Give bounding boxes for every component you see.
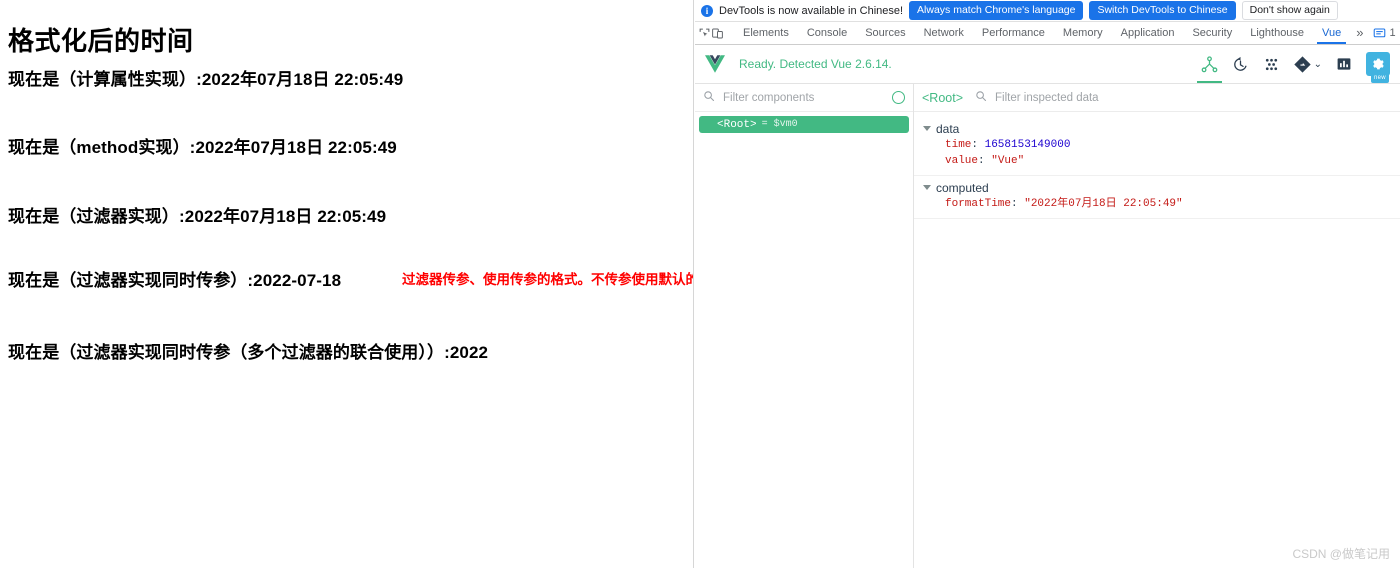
- output-line-filter-with-args: 现在是（过滤器实现同时传参）:2022-07-18: [8, 271, 342, 290]
- issues-count: 1: [1389, 27, 1396, 39]
- vue-devtools-body: <Root> = $vm0 <Root> data: [695, 84, 1400, 568]
- inspector-group-header-data[interactable]: data: [914, 120, 1400, 137]
- inspector-row-value: "Vue": [991, 155, 1025, 167]
- vue-header-actions: ⌄ new: [1196, 45, 1390, 83]
- tree-node-root[interactable]: <Root> = $vm0: [699, 116, 909, 133]
- inspector-row-value: "2022年07月18日 22:05:49": [1024, 198, 1183, 210]
- filter-components-input[interactable]: [721, 90, 886, 105]
- devtools-tab-strip-actions: 1: [1369, 23, 1400, 43]
- inspector-group-data: data time: 1658153149000 value: "Vue": [914, 117, 1400, 176]
- filter-inspected-data-input[interactable]: [993, 90, 1392, 105]
- banner-message: DevTools is now available in Chinese!: [719, 4, 904, 17]
- devtools-language-banner: i DevTools is now available in Chinese! …: [695, 0, 1400, 22]
- timeline-history-icon[interactable]: [1232, 45, 1249, 83]
- inspector-row-value: 1658153149000: [984, 139, 1071, 151]
- rendered-page-pane: 格式化后的时间 现在是（计算属性实现）:2022年07月18日 22:05:49…: [0, 0, 694, 568]
- tab-console[interactable]: Console: [798, 22, 856, 44]
- refresh-components-icon[interactable]: [892, 91, 905, 104]
- page-title: 格式化后的时间: [8, 26, 194, 56]
- inspector-row-key: time: [945, 139, 972, 151]
- tab-network[interactable]: Network: [915, 22, 973, 44]
- tab-sources[interactable]: Sources: [856, 22, 914, 44]
- output-line-multiple-filters: 现在是（过滤器实现同时传参（多个过滤器的联合使用））:2022: [8, 343, 489, 362]
- search-icon: [975, 90, 987, 105]
- search-icon: [703, 90, 715, 105]
- output-line-method: 现在是（method实现）:2022年07月18日 22:05:49: [8, 138, 397, 157]
- inspector-row-key: value: [945, 155, 979, 167]
- tree-node-instance: = $vm0: [761, 119, 798, 130]
- chevron-down-icon[interactable]: ⌄: [1314, 59, 1322, 70]
- inspector-row-key: formatTime: [945, 198, 1012, 210]
- components-pane: <Root> = $vm0: [695, 84, 914, 568]
- devtools-panel: i DevTools is now available in Chinese! …: [695, 0, 1400, 568]
- caret-down-icon[interactable]: [923, 126, 931, 131]
- inspector-body: data time: 1658153149000 value: "Vue" co…: [914, 112, 1400, 568]
- caret-down-icon[interactable]: [923, 185, 931, 190]
- tab-application[interactable]: Application: [1112, 22, 1184, 44]
- output-line-computed: 现在是（计算属性实现）:2022年07月18日 22:05:49: [8, 70, 404, 89]
- tab-lighthouse[interactable]: Lighthouse: [1241, 22, 1313, 44]
- inspector-pane: <Root> data time: 1658153149000: [914, 84, 1400, 568]
- vue-logo-icon: [703, 52, 727, 76]
- more-tabs-icon[interactable]: »: [1350, 22, 1369, 44]
- components-filter-bar: [695, 84, 913, 112]
- dont-show-again-button[interactable]: Don't show again: [1241, 1, 1338, 20]
- settings-new-badge: new: [1371, 73, 1389, 83]
- routing-diamond-icon[interactable]: ⌄: [1293, 45, 1322, 83]
- inspector-group-header-computed[interactable]: computed: [914, 179, 1400, 196]
- vuex-dots-icon[interactable]: [1263, 45, 1280, 83]
- inspector-row-value[interactable]: value: "Vue": [914, 153, 1400, 169]
- inspector-group-name: data: [936, 121, 960, 136]
- tab-security[interactable]: Security: [1183, 22, 1241, 44]
- devtools-tab-strip: Elements Console Sources Network Perform…: [695, 22, 1400, 45]
- components-tab-icon[interactable]: [1196, 45, 1222, 83]
- tab-memory[interactable]: Memory: [1054, 22, 1112, 44]
- switch-devtools-to-chinese-button[interactable]: Switch DevTools to Chinese: [1089, 1, 1236, 20]
- issues-badge[interactable]: 1: [1369, 27, 1399, 40]
- red-annotation-note: 过滤器传参、使用传参的格式。不传参使用默认的格式: [402, 272, 694, 287]
- tab-performance[interactable]: Performance: [973, 22, 1054, 44]
- inspector-filter-bar: <Root>: [914, 84, 1400, 112]
- output-line-filter: 现在是（过滤器实现）:2022年07月18日 22:05:49: [8, 207, 387, 226]
- settings-gear-icon[interactable]: new: [1366, 52, 1390, 83]
- inspector-group-computed: computed formatTime: "2022年07月18日 22:05:…: [914, 176, 1400, 219]
- vue-devtools-header: Ready. Detected Vue 2.6.14. ⌄ new: [695, 45, 1400, 84]
- device-toolbar-icon[interactable]: [711, 23, 724, 43]
- vue-status-text: Ready. Detected Vue 2.6.14.: [739, 57, 892, 71]
- tab-vue[interactable]: Vue: [1313, 22, 1350, 44]
- info-icon: i: [701, 4, 713, 17]
- performance-chart-icon[interactable]: [1336, 45, 1352, 83]
- always-match-chrome-language-button[interactable]: Always match Chrome's language: [909, 1, 1084, 20]
- tree-node-name: <Root>: [717, 118, 757, 131]
- inspector-row-time[interactable]: time: 1658153149000: [914, 137, 1400, 153]
- tab-elements[interactable]: Elements: [734, 22, 798, 44]
- component-tree: <Root> = $vm0: [695, 112, 913, 568]
- inspected-component-label: <Root>: [922, 90, 964, 105]
- inspect-element-icon[interactable]: [698, 23, 711, 43]
- inspector-group-name: computed: [936, 180, 989, 195]
- inspector-row-formattime[interactable]: formatTime: "2022年07月18日 22:05:49": [914, 196, 1400, 212]
